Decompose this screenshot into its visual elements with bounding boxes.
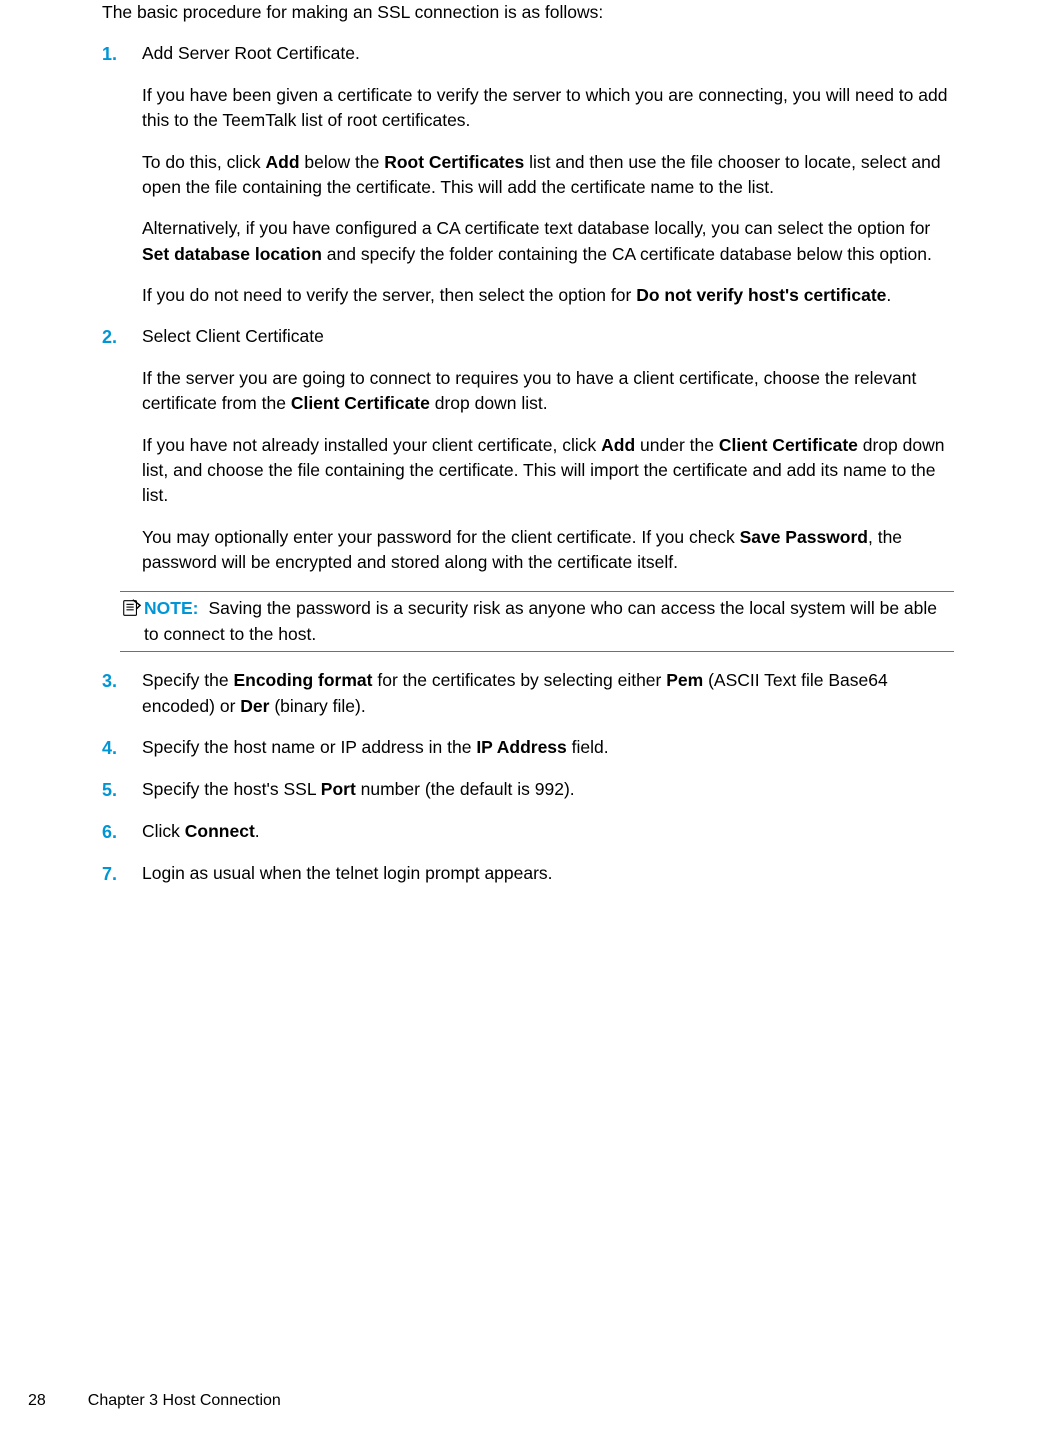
step-number: 4. — [102, 735, 142, 761]
step-number: 1. — [102, 41, 142, 308]
step-2: 2. Select Client Certificate If the serv… — [102, 324, 954, 575]
paragraph: Login as usual when the telnet login pro… — [142, 861, 954, 886]
step-5: 5. Specify the host's SSL Port number (t… — [102, 777, 954, 803]
note-text: NOTE:Saving the password is a security r… — [144, 596, 954, 647]
paragraph: If you do not need to verify the server,… — [142, 283, 954, 308]
step-number: 7. — [102, 861, 142, 887]
step-title: Add Server Root Certificate. — [142, 41, 954, 66]
chapter-title: Chapter 3 Host Connection — [88, 1389, 281, 1412]
step-6: 6. Click Connect. — [102, 819, 954, 845]
paragraph: You may optionally enter your password f… — [142, 525, 954, 576]
step-title: Select Client Certificate — [142, 324, 954, 349]
paragraph: Specify the Encoding format for the cert… — [142, 668, 954, 719]
paragraph: If you have not already installed your c… — [142, 433, 954, 509]
intro-text: The basic procedure for making an SSL co… — [102, 0, 954, 25]
paragraph: Click Connect. — [142, 819, 954, 844]
step-body: Click Connect. — [142, 819, 954, 845]
page-content: The basic procedure for making an SSL co… — [0, 0, 1052, 887]
step-number: 2. — [102, 324, 142, 575]
step-body: Add Server Root Certificate. If you have… — [142, 41, 954, 308]
note-box: NOTE:Saving the password is a security r… — [120, 591, 954, 652]
step-body: Login as usual when the telnet login pro… — [142, 861, 954, 887]
step-1: 1. Add Server Root Certificate. If you h… — [102, 41, 954, 308]
page-number: 28 — [28, 1389, 46, 1412]
note-icon — [120, 596, 144, 625]
step-body: Specify the Encoding format for the cert… — [142, 668, 954, 719]
paragraph: Specify the host name or IP address in t… — [142, 735, 954, 760]
step-number: 6. — [102, 819, 142, 845]
step-body: Select Client Certificate If the server … — [142, 324, 954, 575]
step-4: 4. Specify the host name or IP address i… — [102, 735, 954, 761]
step-number: 5. — [102, 777, 142, 803]
step-7: 7. Login as usual when the telnet login … — [102, 861, 954, 887]
paragraph: To do this, click Add below the Root Cer… — [142, 150, 954, 201]
step-body: Specify the host name or IP address in t… — [142, 735, 954, 761]
paragraph: Specify the host's SSL Port number (the … — [142, 777, 954, 802]
paragraph: Alternatively, if you have configured a … — [142, 216, 954, 267]
step-number: 3. — [102, 668, 142, 719]
paragraph: If you have been given a certificate to … — [142, 83, 954, 134]
step-body: Specify the host's SSL Port number (the … — [142, 777, 954, 803]
step-3: 3. Specify the Encoding format for the c… — [102, 668, 954, 719]
note-label: NOTE: — [144, 598, 198, 618]
page-footer: 28 Chapter 3 Host Connection — [28, 1389, 281, 1412]
paragraph: If the server you are going to connect t… — [142, 366, 954, 417]
